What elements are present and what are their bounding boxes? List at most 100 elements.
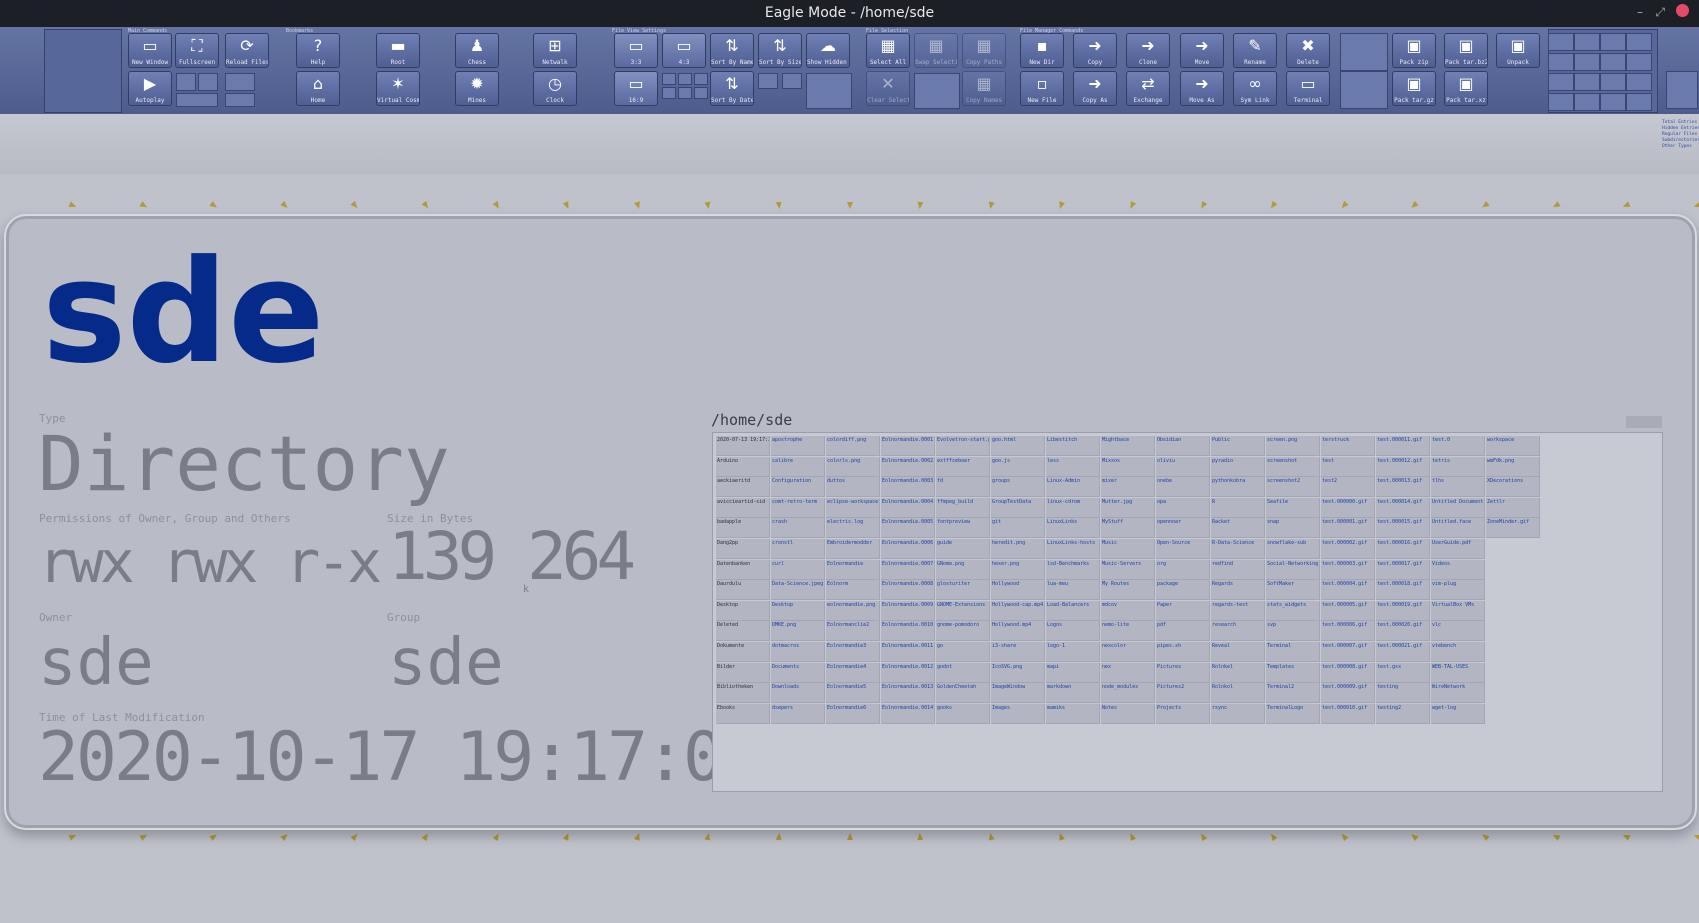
file-entry[interactable]: Terminal (1266, 642, 1320, 662)
file-entry[interactable]: Libestitch (1046, 436, 1100, 456)
help-button[interactable]: ? Help (296, 33, 340, 68)
file-entry[interactable]: vlc (1431, 621, 1485, 642)
file-entry[interactable]: Deleted (716, 621, 770, 642)
file-entry[interactable]: Eolnormandie.0009 (881, 600, 935, 621)
file-entry[interactable]: goo.js (991, 456, 1045, 477)
file-entry[interactable]: svp (1266, 621, 1320, 642)
file-entry[interactable]: redfind (1211, 559, 1265, 580)
close-icon[interactable] (1676, 4, 1689, 17)
small-toolbar-button[interactable] (1340, 71, 1388, 109)
delete-button[interactable]: ✖ Delete (1286, 33, 1330, 68)
small-toolbar-button[interactable] (198, 73, 218, 91)
file-entry[interactable]: linux-cdrom (1046, 497, 1100, 518)
file-entry[interactable]: Eolnormandie4 (826, 662, 880, 683)
file-entry[interactable]: Eolnormandie.0006 (881, 539, 935, 559)
file-entry[interactable]: Music (1101, 539, 1155, 559)
file-entry[interactable]: Eolnormandie.0012 (881, 662, 935, 683)
file-entry[interactable]: test.000019.gif (1376, 600, 1430, 621)
file-entry[interactable]: Eolnormandie.0014 (881, 703, 935, 724)
pack-tar-gz-button[interactable]: ▣ Pack tar.gz (1392, 71, 1436, 106)
file-entry[interactable]: LinuxLinks (1046, 518, 1100, 539)
file-entry[interactable]: test.000021.gif (1376, 642, 1430, 662)
small-toolbar-button[interactable] (1600, 73, 1626, 91)
new-window-button[interactable]: ▭ New Window (128, 33, 172, 68)
file-entry[interactable]: Social-Networking (1266, 559, 1320, 580)
file-entry[interactable]: regards-test (1211, 600, 1265, 621)
file-entry[interactable]: Obsidian (1156, 436, 1210, 456)
file-entry[interactable]: Bibliotheken (716, 683, 770, 704)
file-entry[interactable]: snowflake-sub (1266, 539, 1320, 559)
file-entry[interactable]: pythonkobra (1211, 477, 1265, 498)
file-entry[interactable]: Daurdulu (716, 580, 770, 601)
file-entry[interactable]: test.000018.gif (1376, 580, 1430, 601)
file-entry[interactable]: DMKE.png (771, 621, 825, 642)
file-entry[interactable]: Ebooks (716, 703, 770, 724)
file-entry[interactable]: mapi (1046, 662, 1100, 683)
file-entry[interactable]: colorls.png (826, 456, 880, 477)
autoplay-button[interactable]: ▶ Autoplay (128, 71, 172, 106)
file-entry[interactable]: Eolnormandie (826, 559, 880, 580)
file-entry[interactable]: node_modules (1101, 683, 1155, 704)
maximize-icon[interactable]: ⤢ (1655, 5, 1665, 20)
file-entry[interactable]: Desktop (771, 600, 825, 621)
file-entry[interactable]: test.000008.gif (1321, 662, 1375, 683)
file-entry[interactable]: R (1211, 497, 1265, 518)
file-entry[interactable]: test.000000.gif (1321, 497, 1375, 518)
directory-scroll-tab[interactable] (1626, 416, 1662, 428)
small-toolbar-button[interactable] (758, 73, 778, 89)
file-entry[interactable]: test.000003.gif (1321, 559, 1375, 580)
chess-button[interactable]: ♟ Chess (455, 33, 499, 68)
file-entry[interactable]: testing2 (1376, 703, 1430, 724)
file-entry[interactable]: colordiff.png (826, 436, 880, 456)
file-entry[interactable]: test.000007.gif (1321, 642, 1375, 662)
unpack-button[interactable]: ▣ Unpack (1496, 33, 1540, 68)
file-entry[interactable]: wget-log (1431, 703, 1485, 724)
file-entry[interactable]: goo.html (991, 436, 1045, 456)
file-entry[interactable]: i3-share (991, 642, 1045, 662)
file-entry[interactable]: Pictures (1156, 662, 1210, 683)
file-entry[interactable]: Eolnormandie6 (826, 703, 880, 724)
file-entry[interactable]: Images (991, 703, 1045, 724)
file-entry[interactable]: aviccieartid-sid (716, 497, 770, 518)
file-entry[interactable]: Dokumente (716, 642, 770, 662)
small-toolbar-button[interactable] (1600, 93, 1626, 111)
file-entry[interactable]: dsepers (771, 703, 825, 724)
file-entry[interactable]: Documents (771, 662, 825, 683)
file-entry[interactable]: Public (1211, 436, 1265, 456)
terminal-button[interactable]: ▭ Terminal (1286, 71, 1330, 106)
pack-tar-xz-button[interactable]: ▣ Pack tar.xz (1444, 71, 1488, 106)
file-entry[interactable]: test.000005.gif (1321, 600, 1375, 621)
file-entry[interactable]: eclipse-workspace (826, 497, 880, 518)
netwalk-button[interactable]: ⊞ Netwalk (533, 33, 577, 68)
file-entry[interactable]: Regards (1211, 580, 1265, 601)
reload-files-button[interactable]: ⟳ Reload Files (225, 33, 269, 68)
small-toolbar-button[interactable] (782, 73, 802, 89)
file-entry[interactable]: GroupTestData (991, 497, 1045, 518)
file-entry[interactable]: Open-Source (1156, 539, 1210, 559)
file-entry[interactable]: test.000020.gif (1376, 621, 1430, 642)
copy-button[interactable]: ➜ Copy (1073, 33, 1117, 68)
small-toolbar-button[interactable] (225, 93, 255, 107)
file-entry[interactable]: SoftMaker (1266, 580, 1320, 601)
clone-button[interactable]: ➜ Clone (1126, 33, 1170, 68)
file-entry[interactable]: Eolnormandie.0013 (881, 683, 935, 704)
virtual-cosmos-button[interactable]: ✶ Virtual Cosmos (376, 71, 420, 106)
file-entry[interactable]: test.000014.gif (1376, 497, 1430, 518)
file-entry[interactable]: Seafile (1266, 497, 1320, 518)
file-entry[interactable]: WireNetwork (1431, 683, 1485, 704)
file-entry[interactable]: Downloads (771, 683, 825, 704)
file-entry[interactable]: heredit.png (991, 539, 1045, 559)
small-toolbar-button[interactable] (1600, 33, 1626, 51)
small-toolbar-button[interactable] (1548, 93, 1574, 111)
file-entry[interactable]: guide (936, 539, 990, 559)
file-entry[interactable]: Dang2pp (716, 539, 770, 559)
small-toolbar-button[interactable] (1626, 53, 1652, 71)
pack-zip-button[interactable]: ▣ Pack zip (1392, 33, 1436, 68)
file-entry[interactable]: screenshot (1266, 456, 1320, 477)
pack-tar-bz2-button[interactable]: ▣ Pack tar.bz2 (1444, 33, 1488, 68)
small-toolbar-button[interactable] (694, 73, 708, 85)
file-entry[interactable]: comt-retro-term (771, 497, 825, 518)
file-entry[interactable]: vim-plug (1431, 580, 1485, 601)
file-entry[interactable]: Eolnormandie.0007 (881, 559, 935, 580)
file-entry[interactable]: terstruck (1321, 436, 1375, 456)
